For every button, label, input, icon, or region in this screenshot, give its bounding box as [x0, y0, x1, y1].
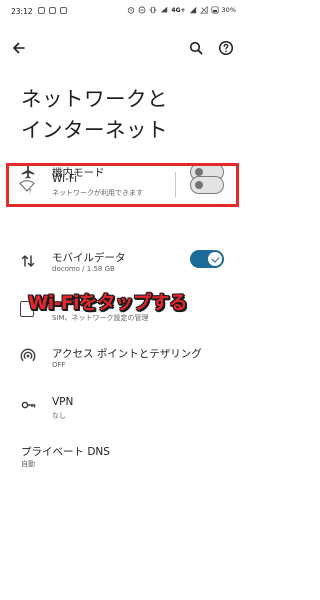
vpn-status: なし — [52, 412, 66, 420]
mobile-data-icon — [21, 255, 35, 267]
hotspot-label: アクセス ポイントとテザリング — [52, 348, 202, 360]
hotspot-status: OFF — [52, 361, 66, 369]
battery-icon — [210, 6, 219, 14]
top-app-bar — [0, 36, 245, 62]
battery-percent: 30% — [221, 6, 236, 14]
network-type: 4G+ — [171, 6, 186, 14]
wifi-calling-icon — [161, 6, 168, 13]
help-icon[interactable] — [216, 38, 236, 58]
hotspot-icon — [20, 348, 36, 362]
page-title-line1: ネットワークと — [21, 87, 168, 111]
signal-icon — [189, 6, 196, 14]
vpn-label: VPN — [52, 396, 74, 408]
mobile-data-toggle[interactable] — [190, 250, 224, 268]
status-bar: 23:12 4G+ 30% — [0, 0, 245, 24]
mobile-data-row[interactable]: モバイルデータ docomo / 1.58 GB — [0, 246, 245, 278]
private-dns-row[interactable]: プライベート DNS 自動 — [0, 440, 245, 470]
notification-icon — [38, 7, 45, 14]
dnd-icon — [138, 6, 146, 14]
status-right: 4G+ 30% — [127, 6, 236, 14]
notification-icon — [49, 7, 56, 14]
back-arrow-icon[interactable] — [9, 38, 29, 58]
page-title-line2: インターネット — [21, 118, 168, 142]
toggle-knob — [208, 252, 222, 266]
notification-icons — [38, 7, 67, 14]
tap-wifi-annotation: Wi-Fiをタップする — [28, 293, 187, 314]
no-sim-icon — [199, 6, 208, 14]
private-dns-label: プライベート DNS — [21, 446, 110, 458]
notification-icon — [60, 7, 67, 14]
private-dns-status: 自動 — [21, 460, 35, 468]
status-time: 23:12 — [11, 7, 33, 16]
alarm-icon — [128, 7, 135, 14]
hotspot-row[interactable]: アクセス ポイントとテザリング OFF — [0, 342, 245, 372]
mobile-data-label: モバイルデータ — [52, 252, 126, 264]
wifi-highlight-box — [6, 163, 239, 207]
vpn-key-icon — [21, 401, 36, 409]
page-title: ネットワークと インターネット — [21, 84, 231, 146]
mobile-data-usage: docomo / 1.58 GB — [52, 265, 115, 273]
vpn-row[interactable]: VPN なし — [0, 392, 245, 422]
search-icon[interactable] — [186, 38, 206, 58]
vibrate-icon — [150, 6, 157, 14]
